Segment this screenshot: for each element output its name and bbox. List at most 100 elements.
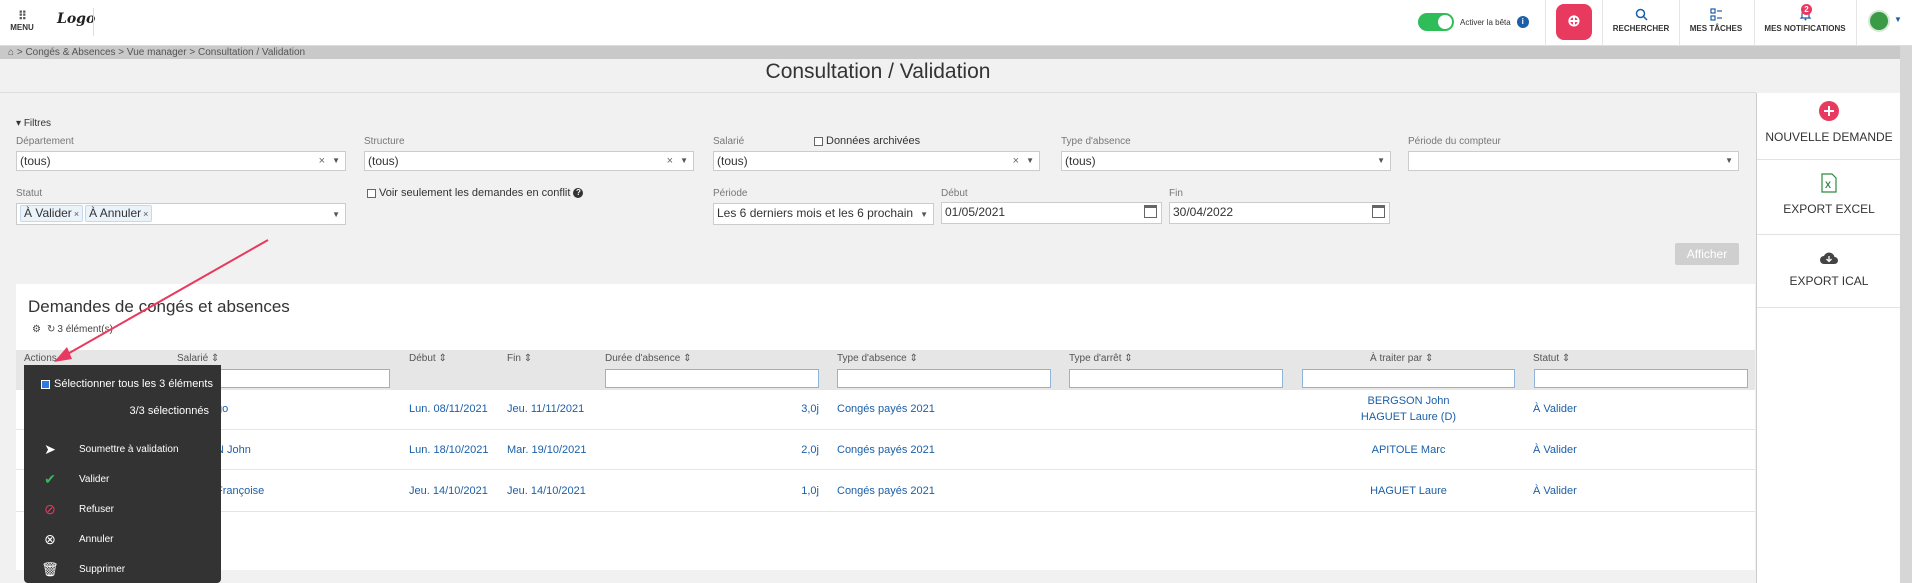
column-type-arret[interactable]: Type d'arrêt ⇕ [1069, 353, 1133, 364]
export-ical-label: EXPORT ICAL [1789, 274, 1869, 288]
checkbox[interactable] [814, 136, 823, 146]
column-debut[interactable]: Début ⇕ [409, 353, 447, 364]
periode-label: Période [713, 188, 748, 199]
help-icon[interactable]: ? [573, 188, 584, 198]
type-absence-label: Type d'absence [1061, 136, 1131, 147]
menu-item-annuler[interactable]: ⊗ Annuler [41, 531, 113, 548]
check-icon: ✔ [44, 471, 56, 487]
tasks-label: MES TÂCHES [1689, 24, 1743, 33]
beta-toggle[interactable] [1418, 13, 1454, 31]
plus-circle-icon [1757, 101, 1901, 124]
type-absence-select[interactable]: (tous) ▼ [1061, 151, 1391, 171]
divider [1545, 0, 1546, 46]
sort-icon: ⇕ [523, 353, 533, 364]
sort-icon: ⇕ [1124, 353, 1133, 364]
new-request-label: NOUVELLE DEMANDE [1765, 130, 1893, 144]
chevron-down-icon: ▼ [1026, 156, 1034, 165]
menu-item-supprimer[interactable]: 🗑 Supprimer [41, 561, 125, 578]
type-absence-filter-input[interactable] [837, 369, 1051, 388]
export-excel-button[interactable]: X EXPORT EXCEL [1757, 173, 1901, 216]
conflict-checkbox[interactable]: Voir seulement les demandes en conflit ? [367, 187, 584, 199]
clear-icon[interactable]: × [667, 152, 673, 170]
chevron-down-icon: ▼ [680, 156, 688, 165]
checkbox[interactable] [367, 188, 376, 198]
conflict-label: Voir seulement les demandes en conflit [379, 187, 571, 199]
excel-icon: X [1757, 173, 1901, 196]
divider [1757, 307, 1901, 308]
tasks-button[interactable]: MES TÂCHES [1684, 0, 1748, 46]
trash-icon: 🗑 [41, 561, 59, 577]
fin-date-input[interactable]: 30/04/2022 [1169, 202, 1390, 224]
periode-select[interactable]: Les 6 derniers mois et les 6 prochains ▼ [713, 203, 934, 225]
menu-item-soumettre[interactable]: ➤ Soumettre à validation [41, 441, 178, 458]
svg-text:X: X [1825, 180, 1831, 190]
actions-dropdown-menu: Sélectionner tous les 3 éléments 3/3 sél… [24, 365, 221, 583]
column-fin[interactable]: Fin ⇕ [507, 353, 532, 364]
sort-icon: ⇕ [1561, 353, 1571, 364]
chevron-down-icon: ▼ [1377, 156, 1385, 165]
archived-checkbox[interactable]: Données archivées [814, 135, 920, 147]
beta-toggle-group: Activer la bêta i [1418, 12, 1529, 32]
duree-filter-input[interactable] [605, 369, 819, 388]
beta-label: Activer la bêta [1460, 17, 1511, 27]
debut-date-input[interactable]: 01/05/2021 [941, 202, 1162, 224]
search-label: RECHERCHER [1612, 24, 1670, 33]
calendar-icon[interactable] [1372, 205, 1385, 218]
page-scrollbar[interactable] [1900, 46, 1912, 583]
structure-value: (tous) [368, 154, 399, 168]
select-all-label: Sélectionner tous les 3 éléments [54, 378, 213, 390]
notification-count-badge: 2 [1801, 4, 1812, 15]
column-statut[interactable]: Statut ⇕ [1533, 353, 1570, 364]
notifications-label: MES NOTIFICATIONS [1764, 24, 1846, 33]
select-all-checkbox[interactable]: Sélectionner tous les 3 éléments [41, 378, 213, 390]
divider [1754, 0, 1755, 46]
sort-icon: ⇕ [1425, 353, 1434, 364]
structure-label: Structure [364, 136, 405, 147]
fin-value: 30/04/2022 [1173, 205, 1234, 219]
avatar[interactable] [1868, 10, 1890, 32]
quick-add-button[interactable]: ⊕ [1556, 4, 1592, 40]
column-duree[interactable]: Durée d'absence ⇕ [605, 353, 691, 364]
divider [1679, 0, 1680, 46]
info-icon[interactable]: i [1516, 16, 1529, 28]
send-icon: ➤ [44, 441, 56, 457]
chevron-down-icon: ▼ [332, 210, 340, 219]
ban-icon: ⊘ [44, 501, 56, 517]
clear-icon[interactable]: × [1013, 152, 1019, 170]
search-button[interactable]: RECHERCHER [1609, 0, 1673, 46]
divider [1757, 159, 1901, 160]
sort-icon: ⇕ [438, 353, 447, 364]
type-arret-filter-input[interactable] [1069, 369, 1283, 388]
traiter-par-filter-input[interactable] [1302, 369, 1515, 388]
table-row[interactable]: Françoise Jeu. 14/10/2021 Jeu. 14/10/202… [16, 470, 1755, 512]
checkbox[interactable] [41, 379, 50, 389]
menu-item-refuser[interactable]: ⊘ Refuser [41, 501, 114, 518]
fin-label: Fin [1169, 188, 1183, 199]
export-ical-button[interactable]: EXPORT ICAL [1757, 251, 1901, 288]
new-request-button[interactable]: NOUVELLE DEMANDE [1757, 101, 1901, 144]
periode-compteur-select[interactable]: ▼ [1408, 151, 1739, 171]
chevron-down-icon[interactable]: ▼ [1894, 15, 1902, 24]
column-type-absence[interactable]: Type d'absence ⇕ [837, 353, 918, 364]
table-row[interactable]: go Lun. 08/11/2021 Jeu. 11/11/2021 3,0j … [16, 390, 1755, 430]
calendar-icon[interactable] [1144, 205, 1157, 218]
menu-item-valider[interactable]: ✔ Valider [41, 471, 109, 488]
salarie-select[interactable]: (tous) × ▼ [713, 151, 1040, 171]
chevron-down-icon: ▼ [920, 210, 928, 219]
right-action-panel: NOUVELLE DEMANDE X EXPORT EXCEL EXPORT I… [1756, 93, 1901, 583]
divider [1602, 0, 1603, 46]
table-row[interactable]: N John Lun. 18/10/2021 Mar. 19/10/2021 2… [16, 430, 1755, 470]
periode-compteur-label: Période du compteur [1408, 136, 1501, 147]
column-traiter-par[interactable]: À traiter par ⇕ [1370, 353, 1433, 364]
sort-icon: ⇕ [683, 353, 692, 364]
sort-icon: ⇕ [909, 353, 918, 364]
structure-select[interactable]: (tous) × ▼ [364, 151, 694, 171]
export-excel-label: EXPORT EXCEL [1783, 202, 1875, 216]
afficher-button[interactable]: Afficher [1675, 243, 1739, 265]
clear-icon[interactable]: × [319, 152, 325, 170]
statut-filter-input[interactable] [1534, 369, 1748, 388]
chevron-down-icon: ▼ [1725, 156, 1733, 165]
chevron-down-icon: ▼ [332, 156, 340, 165]
divider [1856, 0, 1857, 46]
debut-value: 01/05/2021 [945, 205, 1006, 219]
